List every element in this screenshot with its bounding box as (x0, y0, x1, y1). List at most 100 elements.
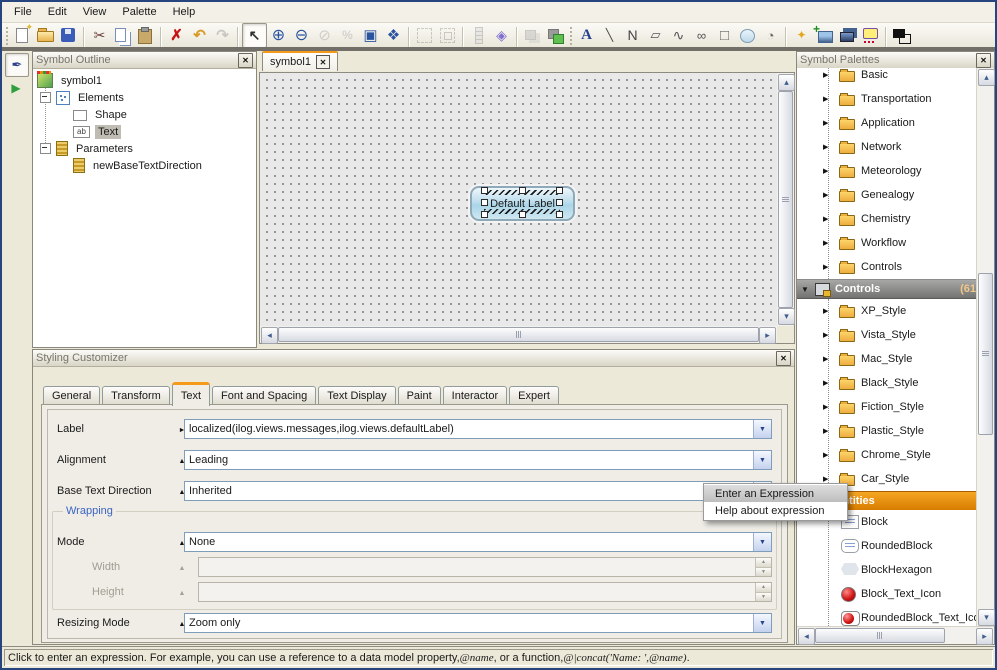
zoom-in-icon[interactable] (267, 24, 290, 47)
dropdown-arrow-icon[interactable] (753, 420, 771, 438)
selection-handle[interactable] (556, 211, 563, 218)
zoom-percent-icon[interactable] (336, 24, 359, 47)
ungroup-icon[interactable] (544, 24, 567, 47)
palette-folder-plastic-style[interactable]: Plastic_Style (797, 419, 977, 443)
palettes-hscrollbar[interactable] (797, 626, 994, 644)
scroll-right-icon[interactable] (976, 628, 993, 645)
palette-folder-network[interactable]: Network (797, 135, 977, 159)
menu-help[interactable]: Help (165, 4, 204, 20)
expand-triangle-icon[interactable] (823, 239, 832, 248)
context-item-help-about-expression[interactable]: Help about expression (704, 502, 847, 519)
scroll-up-icon[interactable] (778, 74, 795, 91)
palette-item-blockhexagon[interactable]: BlockHexagon (797, 558, 977, 582)
palette-folder-black-style[interactable]: Black_Style (797, 371, 977, 395)
palette-section-controls[interactable]: Controls (61 (797, 279, 977, 299)
tab-transform[interactable]: Transform (102, 386, 170, 405)
outline-item-text[interactable]: Text (33, 123, 256, 140)
palette-folder-transportation[interactable]: Transportation (797, 87, 977, 111)
tab-expert[interactable]: Expert (509, 386, 559, 405)
combo-value[interactable]: Zoom only (185, 614, 753, 632)
fill-stroke-icon[interactable] (890, 24, 913, 47)
scroll-up-icon[interactable] (978, 69, 995, 86)
outline-item-symbol1[interactable]: symbol1 (33, 72, 256, 89)
base-text-direction-combo[interactable]: Inherited (184, 481, 772, 501)
outline-item-parameters[interactable]: Parameters (33, 140, 256, 157)
canvas-hscrollbar[interactable] (260, 326, 777, 343)
outline-item-newbasetextdirection[interactable]: newBaseTextDirection (33, 157, 256, 174)
paste-icon[interactable] (134, 24, 157, 47)
expand-triangle-icon[interactable] (823, 119, 832, 128)
closed-spline-tool-icon[interactable] (690, 24, 713, 47)
expand-triangle-icon[interactable] (823, 263, 832, 272)
scroll-down-icon[interactable] (978, 609, 995, 626)
tab-symbol1[interactable]: symbol1 (262, 51, 338, 71)
expand-triangle-icon[interactable] (823, 143, 832, 152)
polygon-tool-icon[interactable] (644, 24, 667, 47)
copy-icon[interactable] (111, 24, 134, 47)
canvas-vscrollbar[interactable] (777, 73, 794, 326)
palette-folder-fiction-style[interactable]: Fiction_Style (797, 395, 977, 419)
palette-folder-workflow[interactable]: Workflow (797, 231, 977, 255)
combo-value[interactable]: Inherited (185, 482, 753, 500)
new-file-icon[interactable] (11, 24, 34, 47)
palette-folder-basic[interactable]: Basic (797, 68, 977, 87)
save-icon[interactable] (57, 24, 80, 47)
combo-value[interactable]: localized(ilog.views.messages,ilog.views… (185, 420, 753, 438)
symbol-editor-pen-icon[interactable] (5, 53, 29, 77)
dropdown-arrow-icon[interactable] (753, 614, 771, 632)
fit-all-icon[interactable] (436, 24, 459, 47)
selection-handle[interactable] (481, 199, 488, 206)
zoom-area-icon[interactable] (313, 24, 336, 47)
expand-triangle-icon[interactable] (823, 215, 832, 224)
palette-item-roundedblock-text-icon[interactable]: RoundedBlock_Text_Icon (797, 606, 977, 627)
palette-folder-chrome-style[interactable]: Chrome_Style (797, 443, 977, 467)
close-icon[interactable] (238, 53, 253, 68)
callout-icon[interactable] (859, 24, 882, 47)
expand-triangle-icon[interactable] (823, 71, 832, 80)
fit-selection-icon[interactable] (413, 24, 436, 47)
scroll-thumb[interactable] (815, 628, 945, 643)
palette-folder-mac-style[interactable]: Mac_Style (797, 347, 977, 371)
scroll-left-icon[interactable] (798, 628, 815, 645)
close-icon[interactable] (776, 351, 791, 366)
redo-icon[interactable] (211, 24, 234, 47)
ellipse-tool-icon[interactable] (736, 24, 759, 47)
undo-icon[interactable] (188, 24, 211, 47)
dropdown-arrow-icon[interactable] (753, 451, 771, 469)
tab-text-display[interactable]: Text Display (318, 386, 395, 405)
add-image-icon[interactable] (813, 24, 836, 47)
expand-triangle-icon[interactable] (823, 167, 832, 176)
menu-file[interactable]: File (6, 4, 40, 20)
close-icon[interactable] (976, 53, 991, 68)
selection-handle[interactable] (481, 211, 488, 218)
scroll-right-icon[interactable] (759, 327, 776, 344)
mode-combo[interactable]: None (184, 532, 772, 552)
menu-view[interactable]: View (75, 4, 115, 20)
tab-paint[interactable]: Paint (398, 386, 441, 405)
palette-folder-chemistry[interactable]: Chemistry (797, 207, 977, 231)
group-icon[interactable] (521, 24, 544, 47)
line-tool-icon[interactable] (598, 24, 621, 47)
tab-interactor[interactable]: Interactor (443, 386, 507, 405)
palette-folder-controls[interactable]: Controls (797, 255, 977, 279)
palette-folder-genealogy[interactable]: Genealogy (797, 183, 977, 207)
play-icon[interactable] (8, 80, 24, 96)
palette-item-roundedblock[interactable]: RoundedBlock (797, 534, 977, 558)
expand-triangle-icon[interactable] (823, 307, 832, 316)
select-icon[interactable] (242, 23, 267, 48)
expand-triangle-icon[interactable] (823, 379, 832, 388)
selection-handle[interactable] (556, 199, 563, 206)
resizing-mode-combo[interactable]: Zoom only (184, 613, 772, 633)
expand-triangle-icon[interactable] (823, 355, 832, 364)
canvas-grid[interactable]: Default Label (260, 73, 777, 326)
dropdown-arrow-icon[interactable] (753, 533, 771, 551)
text-tool-icon[interactable] (575, 24, 598, 47)
alignment-combo[interactable]: Leading (184, 450, 772, 470)
combo-value[interactable]: Leading (185, 451, 753, 469)
palette-folder-vista-style[interactable]: Vista_Style (797, 323, 977, 347)
palette-folder-application[interactable]: Application (797, 111, 977, 135)
tab-text[interactable]: Text (172, 382, 210, 406)
scroll-left-icon[interactable] (261, 327, 278, 344)
snap-icon[interactable] (490, 24, 513, 47)
collapse-icon[interactable] (40, 92, 51, 103)
